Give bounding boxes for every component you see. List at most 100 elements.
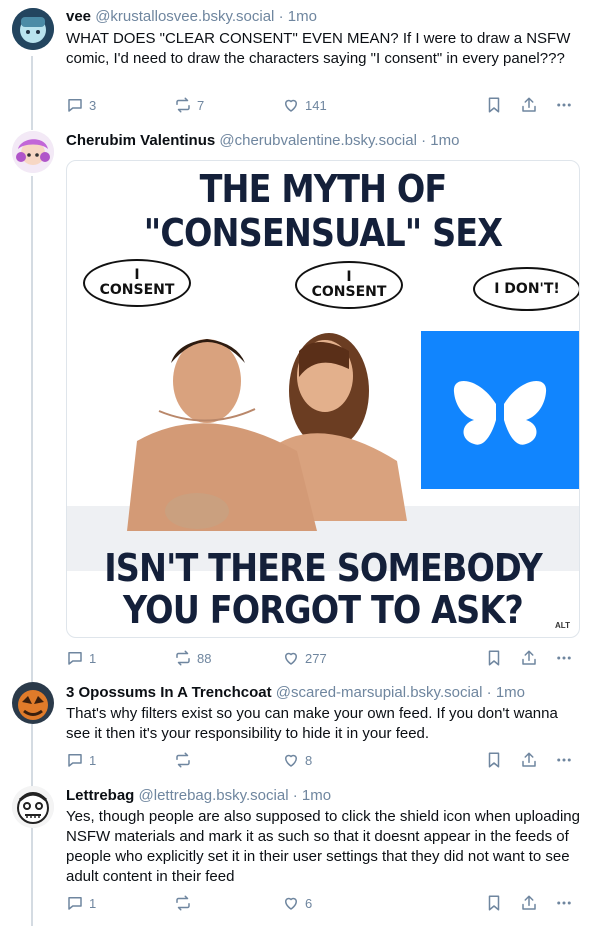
- like-button[interactable]: 141: [282, 95, 327, 115]
- like-icon: [285, 99, 297, 112]
- more-button[interactable]: [555, 750, 573, 770]
- repost-count: 88: [197, 650, 212, 666]
- avatar[interactable]: [12, 131, 54, 173]
- reply-icon: [68, 99, 82, 112]
- share-button[interactable]: [520, 95, 538, 115]
- author-name[interactable]: vee: [66, 8, 91, 25]
- image-title-line2: "CONSENSUAL" SEX: [143, 211, 503, 255]
- action-bar: 1 6: [66, 893, 582, 913]
- separator: ·: [292, 787, 298, 804]
- post-header: Lettrebag @lettrebag.bsky.social · 1mo: [66, 787, 586, 805]
- timestamp[interactable]: 1mo: [496, 684, 525, 701]
- post-text: Yes, though people are also supposed to …: [66, 808, 580, 885]
- like-button[interactable]: 8: [282, 750, 312, 770]
- author-handle[interactable]: @krustallosvee.bsky.social: [95, 8, 274, 25]
- repost-icon: [176, 895, 190, 911]
- like-icon: [285, 652, 297, 665]
- timestamp[interactable]: 1mo: [302, 787, 331, 804]
- repost-button[interactable]: [174, 750, 192, 770]
- repost-button[interactable]: [174, 893, 192, 913]
- share-button[interactable]: [520, 648, 538, 668]
- share-icon: [522, 97, 536, 112]
- bookmark-icon: [488, 97, 500, 113]
- like-icon: [285, 754, 297, 767]
- reply-count: 1: [89, 752, 97, 768]
- repost-icon: [176, 752, 190, 768]
- like-button[interactable]: 6: [282, 893, 312, 913]
- more-icon: [557, 103, 571, 107]
- reply-icon: [68, 754, 82, 767]
- separator: ·: [421, 132, 427, 149]
- speech-bubble-left: I CONSENT: [83, 259, 191, 307]
- more-button[interactable]: [555, 95, 573, 115]
- like-count: 8: [305, 752, 313, 768]
- like-icon: [285, 897, 297, 910]
- bookmark-button[interactable]: [485, 648, 503, 668]
- author-name[interactable]: Lettrebag: [66, 787, 134, 804]
- share-button[interactable]: [520, 893, 538, 913]
- post-vee[interactable]: vee @krustallosvee.bsky.social · 1mo WHA…: [0, 0, 598, 125]
- reply-count: 3: [89, 97, 97, 113]
- repost-icon: [176, 97, 190, 113]
- repost-count: 7: [197, 97, 205, 113]
- bookmark-icon: [488, 752, 500, 768]
- author-handle[interactable]: @cherubvalentine.bsky.social: [219, 132, 417, 149]
- post-opossums[interactable]: 3 Opossums In A Trenchcoat @scared-marsu…: [0, 670, 598, 780]
- more-icon: [557, 656, 571, 660]
- author-name[interactable]: 3 Opossums In A Trenchcoat: [66, 684, 272, 701]
- post-text: WHAT DOES "CLEAR CONSENT" EVEN MEAN? If …: [66, 30, 571, 67]
- action-bar: 3 7 141: [66, 95, 582, 115]
- post-header: 3 Opossums In A Trenchcoat @scared-marsu…: [66, 684, 586, 702]
- like-button[interactable]: 277: [282, 648, 327, 668]
- avatar[interactable]: [12, 786, 54, 828]
- action-bar: 1 88 277: [66, 648, 582, 668]
- repost-icon: [176, 650, 190, 666]
- timestamp[interactable]: 1mo: [430, 132, 459, 149]
- speech-bubble-middle: I CONSENT: [295, 261, 403, 309]
- reply-icon: [68, 652, 82, 665]
- timestamp[interactable]: 1mo: [288, 8, 317, 25]
- more-button[interactable]: [555, 893, 573, 913]
- author-handle[interactable]: @lettrebag.bsky.social: [139, 787, 289, 804]
- avatar[interactable]: [12, 8, 54, 50]
- couple-photo: [67, 281, 579, 571]
- post-text: That's why filters exist so you can make…: [66, 705, 558, 742]
- separator: ·: [278, 8, 284, 25]
- reply-button[interactable]: 1: [66, 648, 96, 668]
- share-button[interactable]: [520, 750, 538, 770]
- more-button[interactable]: [555, 648, 573, 668]
- reply-icon: [68, 897, 82, 910]
- post-header: Cherubim Valentinus @cherubvalentine.bsk…: [66, 132, 586, 150]
- bookmark-icon: [488, 895, 500, 911]
- avatar[interactable]: [12, 682, 54, 724]
- author-handle[interactable]: @scared-marsupial.bsky.social: [276, 684, 483, 701]
- image-bottom-line1: ISN'T THERE SOMEBODY: [104, 546, 542, 590]
- bookmark-button[interactable]: [485, 95, 503, 115]
- repost-button[interactable]: 7: [174, 95, 204, 115]
- reply-button[interactable]: 1: [66, 750, 96, 770]
- like-count: 6: [305, 895, 313, 911]
- more-icon: [557, 901, 571, 905]
- bookmark-button[interactable]: [485, 893, 503, 913]
- author-name[interactable]: Cherubim Valentinus: [66, 132, 215, 149]
- like-count: 277: [305, 650, 327, 666]
- alt-badge[interactable]: ALT: [552, 620, 573, 631]
- speech-bubble-right: I DON'T!: [473, 267, 579, 311]
- post-header: vee @krustallosvee.bsky.social · 1mo: [66, 8, 586, 26]
- reply-button[interactable]: 1: [66, 893, 96, 913]
- image-title-line1: THE MYTH OF: [199, 167, 448, 211]
- reply-button[interactable]: 3: [66, 95, 96, 115]
- post-lettrebag[interactable]: Lettrebag @lettrebag.bsky.social · 1mo Y…: [0, 780, 598, 926]
- reply-count: 1: [89, 650, 97, 666]
- like-count: 141: [305, 97, 327, 113]
- post-image[interactable]: THE MYTH OF "CONSENSUAL" SEX I CONSENT I…: [66, 160, 580, 638]
- share-icon: [522, 752, 536, 767]
- action-bar: 1 8: [66, 750, 582, 770]
- separator: ·: [486, 684, 492, 701]
- repost-button[interactable]: 88: [174, 648, 211, 668]
- share-icon: [522, 895, 536, 910]
- share-icon: [522, 650, 536, 665]
- bookmark-icon: [488, 650, 500, 666]
- image-bottom-line2: YOU FORGOT TO ASK?: [123, 588, 524, 632]
- bookmark-button[interactable]: [485, 750, 503, 770]
